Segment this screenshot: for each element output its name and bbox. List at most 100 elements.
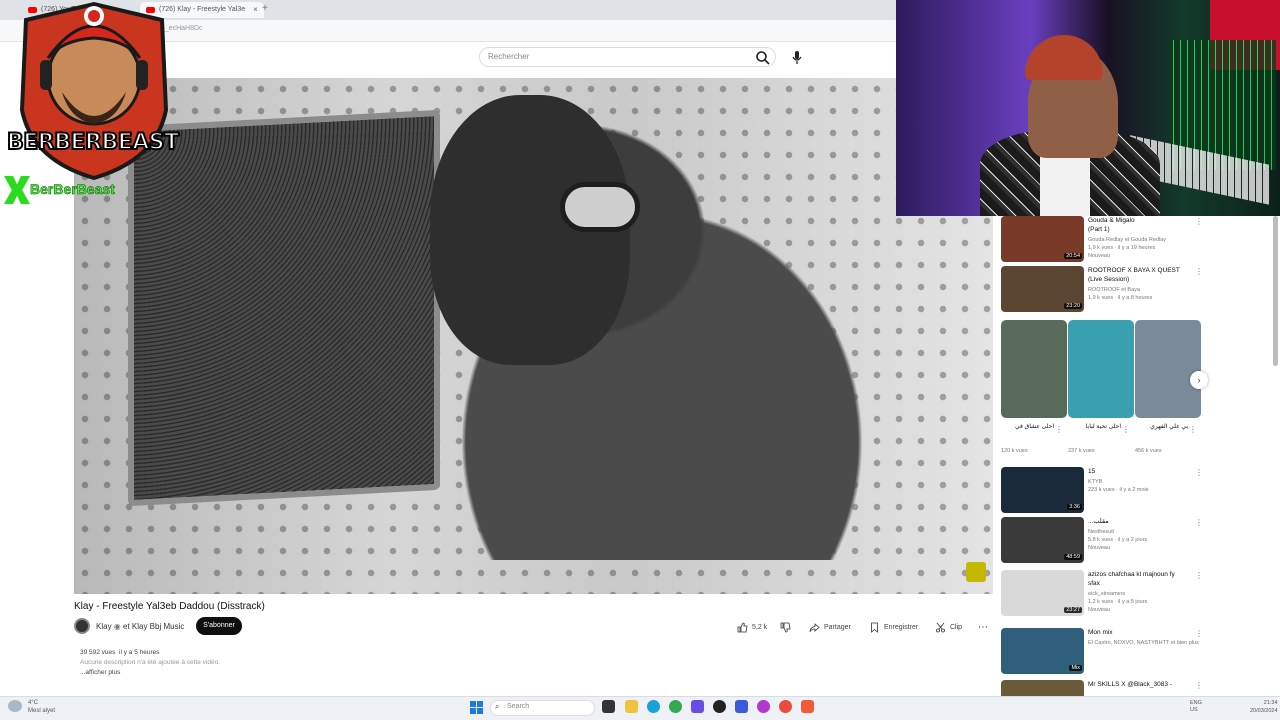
short-title[interactable]: بي علي الفهري bbox=[1130, 423, 1188, 431]
video-title[interactable]: ROOTROOF X BAYA X QUEST (Live Session) bbox=[1088, 266, 1194, 284]
taskbar-search[interactable] bbox=[490, 700, 595, 716]
menu-icon[interactable]: ⋮ bbox=[1195, 217, 1203, 226]
video-stats: 1,2 k vues · il y a 5 jours bbox=[1088, 599, 1148, 605]
microphone-icon[interactable] bbox=[790, 50, 804, 66]
weather-widget[interactable]: 4°C Mesl alyet bbox=[28, 699, 55, 715]
recommended-video[interactable]: 23:20 ROOTROOF X BAYA X QUEST (Live Sessio… bbox=[1001, 266, 1203, 312]
menu-icon[interactable]: ⋮ bbox=[1195, 518, 1203, 527]
task-view-icon[interactable] bbox=[602, 700, 615, 713]
video-title[interactable]: Gouda & Migalo (Part 1) bbox=[1088, 216, 1194, 234]
recommended-video[interactable]: 48:59 ...مقلب Nesthesuti 5,8 k vues · il y … bbox=[1001, 517, 1203, 563]
menu-icon[interactable]: ⋮ bbox=[1195, 267, 1203, 276]
scissors-icon bbox=[936, 622, 945, 632]
share-button[interactable]: Partager bbox=[809, 620, 851, 634]
firefox-icon[interactable] bbox=[801, 700, 814, 713]
duration-badge: 20:54 bbox=[1064, 253, 1082, 259]
app-icon[interactable] bbox=[779, 700, 792, 713]
collab-link[interactable]: et Klay Bbj Music bbox=[123, 622, 184, 631]
dislike-button[interactable] bbox=[780, 620, 791, 634]
windows-start-icon[interactable] bbox=[470, 701, 483, 714]
channel-name[interactable]: KTYB bbox=[1088, 478, 1102, 486]
video-title[interactable]: 15 bbox=[1088, 467, 1194, 476]
edge-icon[interactable] bbox=[647, 700, 660, 713]
weather-icon bbox=[8, 700, 22, 712]
temperature: 4°C bbox=[28, 700, 39, 706]
clock[interactable]: 21:34 20/03/2024 bbox=[1250, 699, 1278, 715]
recommended-video[interactable]: Mix Mon mix El Castro, NOXVO, NASTYBHTT et… bbox=[1001, 628, 1203, 674]
share-icon bbox=[809, 622, 820, 632]
logo-text: BERBERBEAST bbox=[6, 129, 180, 156]
save-button[interactable]: Enregistrer bbox=[869, 620, 918, 634]
video-title[interactable]: ...مقلب bbox=[1088, 517, 1194, 526]
language-indicator[interactable]: ENG US bbox=[1190, 700, 1202, 714]
channel-name[interactable]: eick_streamers bbox=[1088, 590, 1125, 598]
new-tab-icon[interactable]: + bbox=[262, 3, 268, 14]
channel-name[interactable]: ROOTROOF et Baya bbox=[1088, 286, 1140, 294]
short-menu-icon[interactable]: ⋮ bbox=[1189, 425, 1197, 434]
search-icon[interactable] bbox=[755, 50, 771, 66]
channel-name[interactable]: Gouda Redlay et Gouda Redlay bbox=[1088, 236, 1166, 244]
short-title[interactable]: احلى عشاق في bbox=[996, 423, 1054, 431]
short-menu-icon[interactable]: ⋮ bbox=[1055, 425, 1063, 434]
thumbs-down-icon bbox=[780, 622, 791, 632]
recommended-video[interactable]: 3:36 15 KTYB 223 k vues · il y a 2 mois ⋮ bbox=[1001, 467, 1203, 513]
video-stats: 1,9 k vues · il y a 19 heures bbox=[1088, 245, 1156, 251]
short-thumbnail[interactable] bbox=[1135, 320, 1201, 418]
description-box[interactable]: 39 592 vues il y a 5 heures Aucune descr… bbox=[80, 648, 220, 678]
new-badge: Nouveau bbox=[1088, 253, 1111, 259]
video-stats: 1,9 k vues · il y a 8 heures bbox=[1088, 295, 1153, 301]
app-icon[interactable] bbox=[735, 700, 748, 713]
video-title: Klay - Freestyle Yal3eb Daddou (Disstrac… bbox=[74, 601, 265, 612]
short-title[interactable]: احلى تحية لبابا bbox=[1063, 423, 1121, 431]
obs-icon[interactable] bbox=[713, 700, 726, 713]
channel-watermark[interactable] bbox=[966, 562, 986, 582]
search-icon: ⌕ bbox=[495, 702, 500, 711]
duration-badge: 23:27 bbox=[1064, 607, 1082, 613]
show-more-link[interactable]: ...afficher plus bbox=[80, 668, 220, 678]
channel-name[interactable]: El Castro, NOXVO, NASTYBHTT et bien plus bbox=[1088, 639, 1199, 647]
duration-badge: 48:59 bbox=[1064, 554, 1082, 560]
file-explorer-icon[interactable] bbox=[625, 700, 638, 713]
more-actions-icon[interactable]: ⋯ bbox=[978, 620, 988, 634]
chevron-right-icon[interactable]: › bbox=[1190, 371, 1208, 389]
like-button[interactable]: 5,2 k bbox=[737, 620, 767, 634]
channel-name[interactable]: Klay ◉ et Klay Bbj Music bbox=[96, 622, 184, 631]
recommended-video[interactable]: 23:27 azizos chafchaa kl majnoun fy sfax ei… bbox=[1001, 570, 1203, 616]
menu-icon[interactable]: ⋮ bbox=[1195, 571, 1203, 580]
taskbar bbox=[0, 696, 1280, 720]
short-views: 237 k vues bbox=[1068, 448, 1095, 454]
scrollbar[interactable] bbox=[1273, 216, 1278, 366]
bookmark-icon bbox=[871, 622, 878, 633]
menu-icon[interactable]: ⋮ bbox=[1195, 468, 1203, 477]
short-thumbnail[interactable] bbox=[1001, 320, 1067, 418]
close-icon[interactable]: × bbox=[253, 2, 258, 18]
video-title[interactable]: Mon mix bbox=[1088, 628, 1194, 637]
channel-name[interactable]: Nesthesuti bbox=[1088, 528, 1114, 536]
save-label: Enregistrer bbox=[884, 623, 919, 631]
clip-button[interactable]: Clip bbox=[935, 620, 962, 634]
app-icon[interactable] bbox=[691, 700, 704, 713]
video-stats: 223 k vues · il y a 2 mois bbox=[1088, 487, 1149, 493]
channel-link[interactable]: Klay bbox=[96, 622, 112, 631]
new-badge: Nouveau bbox=[1088, 607, 1111, 613]
menu-icon[interactable]: ⋮ bbox=[1195, 629, 1203, 638]
recommended-video[interactable]: 20:54 Gouda & Migalo (Part 1) Gouda Redlay … bbox=[1001, 216, 1203, 262]
chrome-icon[interactable] bbox=[669, 700, 682, 713]
logo-subtitle: BerBerBeast bbox=[30, 181, 115, 198]
video-title[interactable]: azizos chafchaa kl majnoun fy sfax bbox=[1088, 570, 1194, 588]
subscribe-button[interactable]: S'abonner bbox=[196, 617, 242, 635]
short-thumbnail[interactable] bbox=[1068, 320, 1134, 418]
duration-badge: Mix bbox=[1069, 665, 1082, 671]
clock-date: 20/03/2024 bbox=[1250, 708, 1278, 714]
verified-icon: ◉ bbox=[113, 622, 123, 631]
video-stats: 5,8 k vues · il y a 2 jours bbox=[1088, 537, 1148, 543]
menu-icon[interactable]: ⋮ bbox=[1195, 681, 1203, 690]
clip-label: Clip bbox=[950, 623, 963, 631]
channel-avatar[interactable] bbox=[74, 618, 90, 634]
video-title[interactable]: Mr SKILLS X @Black_3083 - bbox=[1088, 680, 1194, 689]
short-menu-icon[interactable]: ⋮ bbox=[1122, 425, 1130, 434]
share-label: Partager bbox=[824, 623, 851, 631]
kick-icon bbox=[4, 176, 30, 204]
upload-age: il y a 5 heures bbox=[119, 649, 160, 656]
app-icon[interactable] bbox=[757, 700, 770, 713]
